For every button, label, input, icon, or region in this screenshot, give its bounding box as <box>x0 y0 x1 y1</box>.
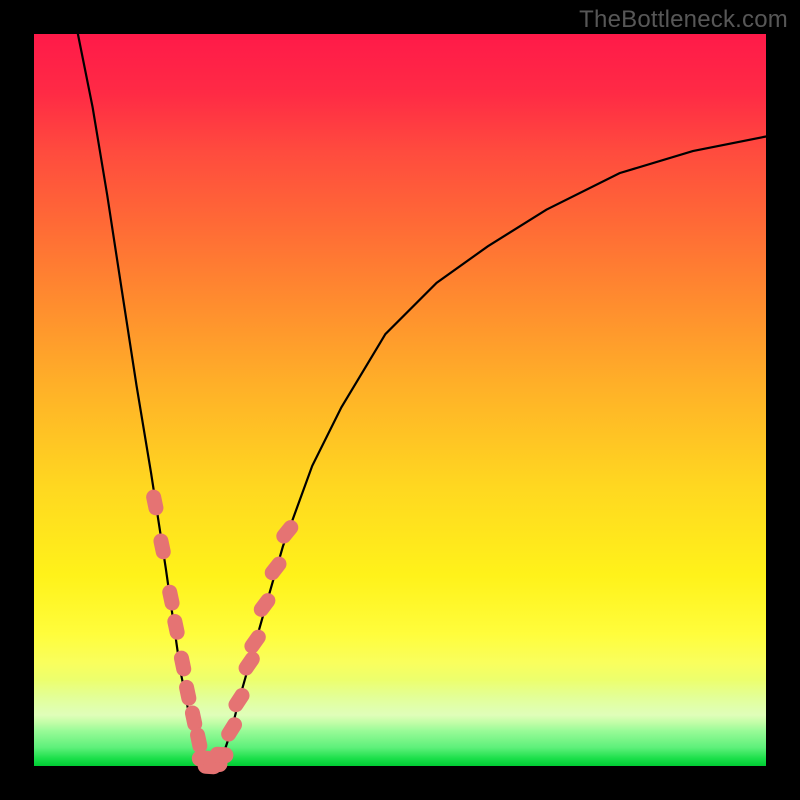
watermark-text: TheBottleneck.com <box>579 6 788 34</box>
data-marker <box>173 649 193 678</box>
data-marker <box>218 714 244 744</box>
data-marker <box>262 554 290 584</box>
data-marker <box>251 590 279 620</box>
data-marker <box>161 583 181 612</box>
data-marker <box>145 488 165 517</box>
data-marker <box>209 746 234 763</box>
chart-frame: TheBottleneck.com <box>0 0 800 800</box>
data-marker <box>189 726 209 755</box>
data-marker <box>178 679 198 708</box>
data-marker <box>273 517 301 547</box>
data-marker <box>226 685 253 715</box>
data-marker <box>152 532 172 561</box>
data-marker <box>241 627 268 657</box>
curve-layer <box>34 34 766 766</box>
plot-area <box>34 34 766 766</box>
data-markers <box>145 488 302 774</box>
data-marker <box>166 613 186 642</box>
